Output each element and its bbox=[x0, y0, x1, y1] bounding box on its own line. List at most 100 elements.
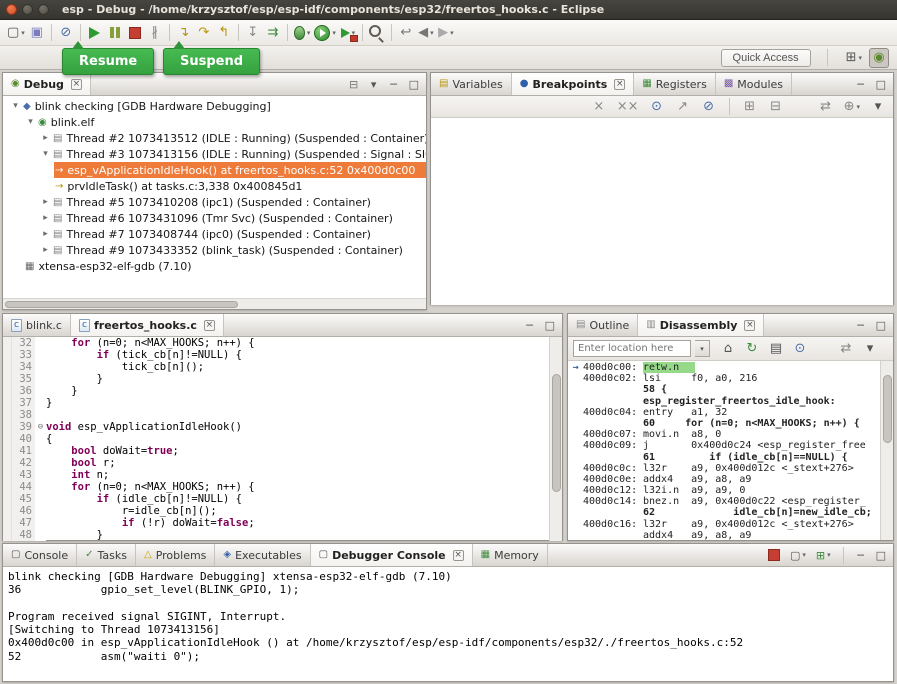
editor-vertical-scrollbar[interactable] bbox=[549, 337, 562, 541]
code-line[interactable]: bool doWait=true; bbox=[46, 445, 549, 457]
open-console-button[interactable]: ⊞▾ bbox=[814, 547, 833, 563]
code-line[interactable]: for (n=0; n<MAX_HOOKS; n++) { bbox=[46, 481, 549, 493]
disassembly-line[interactable]: addx4 a9, a8, a9 bbox=[568, 530, 880, 540]
disassembly-line[interactable]: 400d0c0e:addx4 a9, a8, a9 bbox=[568, 474, 880, 485]
expander-closed-icon[interactable]: ▸ bbox=[39, 245, 52, 255]
tab-problems[interactable]: △Problems bbox=[136, 544, 215, 566]
disassembly-line[interactable]: 400d0c02:lsi f0, a0, 216 bbox=[568, 373, 880, 384]
maximize-button[interactable]: □ bbox=[874, 317, 888, 333]
disassembly-line[interactable]: 58 { bbox=[568, 384, 880, 395]
terminate-button[interactable] bbox=[125, 23, 145, 43]
save-button[interactable]: ▣ bbox=[27, 23, 47, 43]
quick-access-button[interactable]: Quick Access bbox=[721, 49, 811, 67]
window-maximize-button[interactable] bbox=[38, 4, 49, 15]
debug-tree-item[interactable]: ▾▤Thread #3 1073413156 (IDLE : Running) … bbox=[3, 146, 426, 162]
step-return-button[interactable]: ↰ bbox=[214, 23, 234, 43]
tab-memory[interactable]: ▦Memory bbox=[473, 544, 548, 566]
code-line[interactable]: } bbox=[46, 397, 549, 409]
tab-outline[interactable]: ▤Outline bbox=[568, 314, 638, 336]
last-edit-location-button[interactable]: ↩ bbox=[396, 23, 416, 43]
scrollbar-thumb[interactable] bbox=[883, 375, 892, 443]
display-selected-console-button[interactable]: ▢▾ bbox=[788, 547, 808, 563]
disassembly-line[interactable]: 400d0c14:bnez.n a9, 0x400d0c22 <esp_regi… bbox=[568, 496, 880, 507]
new-wizard-button[interactable]: ▢▾ bbox=[5, 23, 27, 43]
expand-all-button[interactable]: ⊞ bbox=[740, 97, 760, 117]
debug-tree-item[interactable]: ▸▤Thread #2 1073413512 (IDLE : Running) … bbox=[3, 130, 426, 146]
debug-button[interactable]: ▾ bbox=[292, 23, 313, 43]
disassembly-lines[interactable]: →400d0c00:retw.n400d0c02:lsi f0, a0, 216… bbox=[568, 361, 880, 540]
maximize-button[interactable]: □ bbox=[874, 76, 888, 92]
tab-variables[interactable]: ▤Variables bbox=[431, 73, 512, 95]
step-over-button[interactable]: ↷ bbox=[194, 23, 214, 43]
tab-tasks[interactable]: ✓Tasks bbox=[77, 544, 136, 566]
go-to-file-for-breakpoint-button[interactable]: ↗ bbox=[673, 97, 693, 117]
code-line[interactable]: if (!r) doWait=false; bbox=[46, 517, 549, 529]
refresh-button[interactable]: ↻ bbox=[742, 339, 762, 359]
back-button[interactable]: ◀▾ bbox=[416, 23, 436, 43]
folding-ruler[interactable]: ⊖ bbox=[35, 337, 46, 541]
disassembly-vertical-scrollbar[interactable] bbox=[880, 361, 893, 540]
scrollbar-thumb[interactable] bbox=[5, 301, 238, 308]
debug-tree-item[interactable]: ▾◉blink.elf bbox=[3, 114, 426, 130]
location-input[interactable] bbox=[573, 340, 691, 357]
code-editor[interactable]: 3233343536373839404142434445464748 ⊖ for… bbox=[3, 337, 562, 541]
instruction-stepping-button[interactable]: ⇉ bbox=[263, 23, 283, 43]
code-line[interactable]: } bbox=[46, 373, 549, 385]
minimize-button[interactable]: ─ bbox=[387, 76, 401, 92]
step-into-button[interactable]: ↴ bbox=[174, 23, 194, 43]
expander-open-icon[interactable]: ▾ bbox=[9, 101, 22, 111]
remove-selected-breakpoints-button[interactable]: × bbox=[589, 97, 609, 117]
disassembly-line[interactable]: 61 if (idle_cb[n]==NULL) { bbox=[568, 452, 880, 463]
view-menu-button[interactable]: ▾ bbox=[367, 76, 381, 92]
disassembly-line[interactable]: esp_register_freertos_idle_hook: bbox=[568, 396, 880, 407]
code-line[interactable]: void esp_vApplicationIdleHook() bbox=[46, 421, 549, 433]
close-tab-icon[interactable]: × bbox=[204, 320, 215, 331]
close-tab-icon[interactable]: × bbox=[453, 550, 464, 561]
code-line[interactable]: int n; bbox=[46, 469, 549, 481]
disassembly-line[interactable]: →400d0c00:retw.n bbox=[568, 362, 880, 373]
close-tab-icon[interactable]: × bbox=[744, 320, 755, 331]
tab-debugger-console[interactable]: ▢Debugger Console× bbox=[311, 544, 473, 566]
tab-console[interactable]: ▢Console bbox=[3, 544, 77, 566]
disassembly-line[interactable]: 400d0c09:j 0x400d0c24 <esp_register_free bbox=[568, 440, 880, 451]
code-line[interactable]: if (tick_cb[n]!=NULL) { bbox=[46, 349, 549, 361]
debug-tree-item[interactable]: ▸▤Thread #6 1073431096 (Tmr Svc) (Suspen… bbox=[3, 210, 426, 226]
expander-open-icon[interactable]: ▾ bbox=[39, 149, 52, 159]
console-output[interactable]: blink checking [GDB Hardware Debugging] … bbox=[3, 567, 893, 681]
link-with-debug-view-button[interactable]: ⇄ bbox=[816, 97, 836, 117]
drop-to-frame-button[interactable]: ↧ bbox=[243, 23, 263, 43]
collapse-all-button[interactable]: ⊟ bbox=[347, 76, 361, 92]
view-menu-button[interactable]: ▾ bbox=[868, 97, 888, 117]
debug-tree-item[interactable]: →prvIdleTask() at tasks.c:3,338 0x400845… bbox=[3, 178, 426, 194]
disassembly-line[interactable]: 62 idle_cb[n]=new_idle_cb; bbox=[568, 507, 880, 518]
code-line[interactable]: bool r; bbox=[46, 457, 549, 469]
expander-closed-icon[interactable]: ▸ bbox=[39, 213, 52, 223]
window-close-button[interactable] bbox=[6, 4, 17, 15]
expander-open-icon[interactable]: ▾ bbox=[24, 117, 37, 127]
disconnect-button[interactable]: ∦ bbox=[145, 23, 165, 43]
location-dropdown-icon[interactable]: ▾ bbox=[695, 340, 710, 357]
tab-modules[interactable]: ▩Modules bbox=[716, 73, 792, 95]
code-line[interactable]: tick_cb[n](); bbox=[46, 361, 549, 373]
minimize-button[interactable]: ─ bbox=[854, 317, 868, 333]
disassembly-line[interactable]: 400d0c12:l32i.n a9, a9, 0 bbox=[568, 485, 880, 496]
code-line[interactable]: } bbox=[46, 385, 549, 397]
open-perspective-button[interactable]: ⊞▾ bbox=[844, 48, 864, 68]
debug-tree-item[interactable]: →esp_vApplicationIdleHook() at freertos_… bbox=[3, 162, 426, 178]
code-line[interactable]: if (idle_cb[n]!=NULL) { bbox=[46, 493, 549, 505]
debug-horizontal-scrollbar[interactable] bbox=[3, 298, 426, 309]
remove-all-breakpoints-button[interactable]: ×× bbox=[615, 97, 641, 117]
scrollbar-thumb[interactable] bbox=[552, 374, 561, 492]
external-tools-button[interactable]: ▾ bbox=[338, 23, 358, 43]
disassembly-line[interactable]: 400d0c04:entry a1, 32 bbox=[568, 407, 880, 418]
fold-collapse-icon[interactable]: ⊖ bbox=[35, 421, 46, 433]
maximize-button[interactable]: □ bbox=[407, 76, 421, 92]
collapse-all-button[interactable]: ⊟ bbox=[766, 97, 786, 117]
skip-all-breakpoints-button[interactable]: ⊘ bbox=[699, 97, 719, 117]
disassembly-line[interactable]: 400d0c0c:l32r a9, 0x400d012c <_stext+276… bbox=[568, 463, 880, 474]
code-line[interactable]: { bbox=[46, 433, 549, 445]
add-breakpoint-button[interactable]: ⊕▾ bbox=[842, 97, 862, 117]
disassembly-line[interactable]: 400d0c07:movi.n a8, 0 bbox=[568, 429, 880, 440]
expander-closed-icon[interactable]: ▸ bbox=[39, 229, 52, 239]
disassembly-line[interactable]: 60 for (n=0; n<MAX_HOOKS; n++) { bbox=[568, 418, 880, 429]
